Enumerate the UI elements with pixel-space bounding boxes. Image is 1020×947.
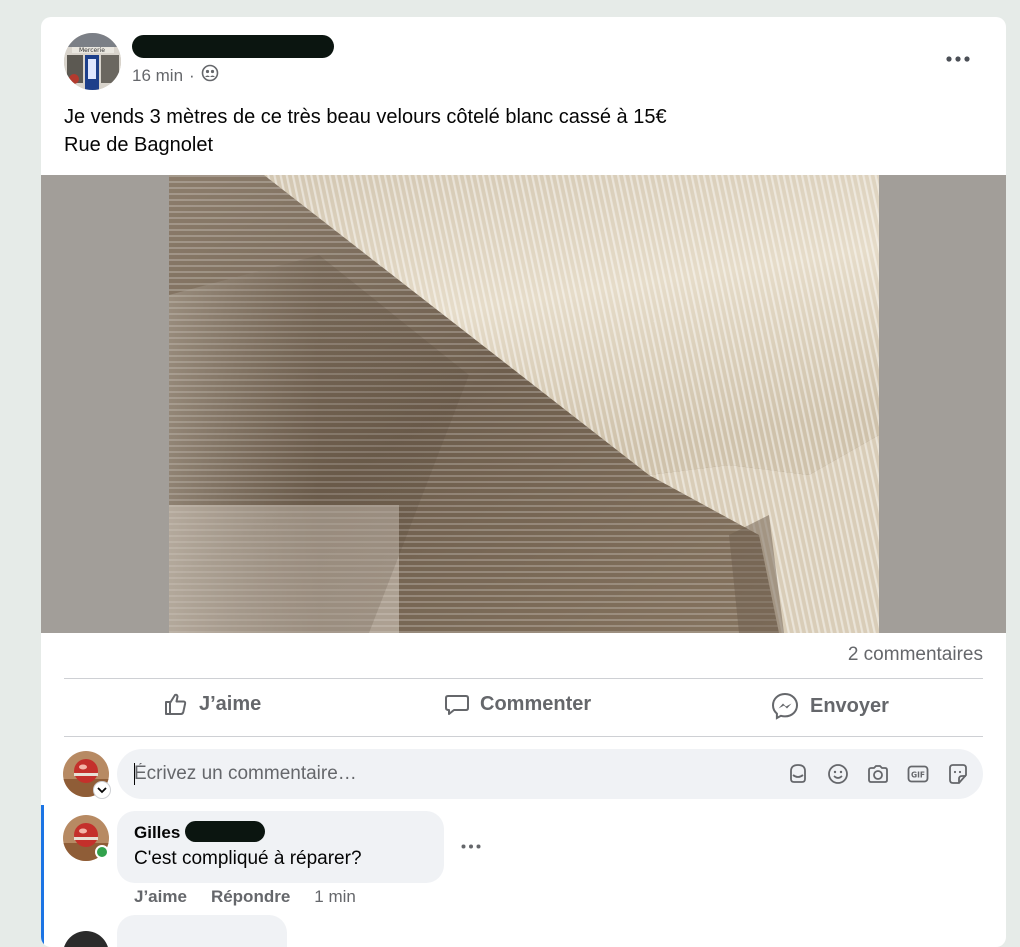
next-commenter-avatar[interactable] bbox=[63, 931, 109, 947]
next-comment-bubble bbox=[117, 915, 287, 947]
gif-icon[interactable]: GIF bbox=[905, 761, 931, 787]
more-options-button[interactable] bbox=[938, 47, 978, 71]
online-status-dot bbox=[95, 845, 109, 859]
comment-text: C'est compliqué à réparer? bbox=[134, 848, 362, 869]
commenter-name[interactable]: Gilles bbox=[134, 823, 180, 843]
post-meta: 16 min · bbox=[132, 64, 219, 87]
author-name-redaction bbox=[132, 35, 334, 58]
post-text-line: Je vends 3 mètres de ce très beau velour… bbox=[64, 106, 667, 128]
comments-count-link[interactable]: 2 commentaires bbox=[848, 644, 983, 666]
post-photo[interactable] bbox=[41, 175, 1006, 633]
post-text-line: Rue de Bagnolet bbox=[64, 134, 214, 156]
page-avatar[interactable]: Mercerie bbox=[64, 33, 121, 90]
comment-actions: J’aime Répondre 1 min bbox=[134, 887, 356, 907]
text-caret bbox=[134, 763, 135, 785]
post-text: Je vends 3 mètres de ce très beau velour… bbox=[64, 103, 667, 159]
corduroy-fabric-image bbox=[169, 175, 879, 633]
post-card: Mercerie 16 min · Je vends 3 mètres de c… bbox=[41, 17, 1006, 947]
comment-label: Commenter bbox=[480, 692, 592, 715]
like-button[interactable]: J’aime bbox=[163, 691, 261, 717]
comment-options-button[interactable] bbox=[459, 837, 483, 855]
messenger-icon bbox=[771, 692, 799, 720]
thumbs-up-icon bbox=[165, 693, 187, 715]
comment-time[interactable]: 1 min bbox=[314, 887, 356, 907]
speech-bubble-icon bbox=[445, 695, 469, 715]
comment-reply-link[interactable]: Répondre bbox=[211, 887, 290, 907]
storefront-photo: Mercerie bbox=[64, 33, 121, 90]
avatar-sticker-icon[interactable] bbox=[785, 761, 811, 787]
divider bbox=[64, 678, 983, 679]
friends-icon bbox=[201, 64, 219, 87]
send-button[interactable]: Envoyer bbox=[770, 691, 889, 721]
chevron-down-icon[interactable] bbox=[93, 781, 111, 799]
like-label: J’aime bbox=[199, 692, 262, 715]
divider bbox=[64, 736, 983, 737]
comment-like-link[interactable]: J’aime bbox=[134, 887, 187, 907]
comment-input[interactable] bbox=[117, 749, 983, 799]
emoji-icon[interactable] bbox=[825, 761, 851, 787]
more-dots-icon bbox=[946, 56, 970, 62]
commenter-name-redaction bbox=[185, 821, 265, 842]
svg-text:GIF: GIF bbox=[911, 771, 925, 780]
svg-text:Mercerie: Mercerie bbox=[79, 47, 105, 54]
post-time[interactable]: 16 min bbox=[132, 66, 183, 86]
comment-button[interactable]: Commenter bbox=[444, 691, 591, 717]
comment-bubble: Gilles C'est compliqué à réparer? bbox=[117, 811, 444, 883]
more-dots-icon bbox=[461, 844, 481, 848]
camera-icon[interactable] bbox=[865, 761, 891, 787]
comment-thread-indicator bbox=[41, 805, 44, 947]
send-label: Envoyer bbox=[810, 694, 889, 717]
meta-separator: · bbox=[189, 65, 195, 85]
sticker-icon[interactable] bbox=[945, 761, 971, 787]
